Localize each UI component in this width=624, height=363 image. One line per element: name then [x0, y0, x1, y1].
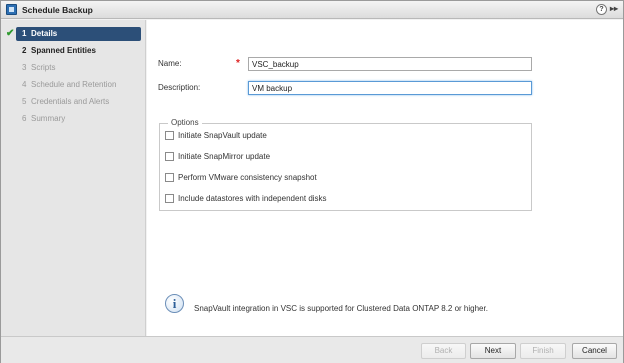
- independent-disks-checkbox[interactable]: [165, 194, 174, 203]
- step-number: 5: [22, 97, 27, 106]
- back-button[interactable]: Back: [421, 343, 466, 359]
- step-label: Schedule and Retention: [31, 80, 117, 89]
- snapvault-checkbox[interactable]: [165, 131, 174, 140]
- options-legend: Options: [168, 118, 202, 127]
- schedule-backup-dialog: Schedule Backup ? ▸▸ ✔ 1 Details 2 Spann…: [0, 0, 624, 363]
- backup-icon: [6, 4, 17, 15]
- name-label: Name:: [158, 59, 182, 68]
- step-number: 4: [22, 80, 27, 89]
- vmware-snapshot-checkbox[interactable]: [165, 173, 174, 182]
- title-bar: Schedule Backup ? ▸▸: [1, 1, 623, 19]
- step-summary: 6 Summary: [1, 112, 146, 126]
- info-message: SnapVault integration in VSC is supporte…: [194, 304, 488, 313]
- step-scripts: 3 Scripts: [1, 61, 146, 75]
- option-label: Initiate SnapVault update: [178, 131, 267, 140]
- name-input[interactable]: [248, 57, 532, 71]
- step-spanned-entities[interactable]: 2 Spanned Entities: [1, 44, 146, 58]
- step-schedule-and-retention: 4 Schedule and Retention: [1, 78, 146, 92]
- option-label: Perform VMware consistency snapshot: [178, 173, 317, 182]
- required-marker: *: [236, 58, 240, 69]
- finish-button[interactable]: Finish: [520, 343, 566, 359]
- step-label: Scripts: [31, 63, 56, 72]
- cancel-button[interactable]: Cancel: [572, 343, 617, 359]
- snapmirror-checkbox[interactable]: [165, 152, 174, 161]
- step-label: Credentials and Alerts: [31, 97, 110, 106]
- step-number: 1: [22, 29, 27, 38]
- dialog-footer: Back Next Finish Cancel: [1, 336, 623, 363]
- details-panel: Name: * Description: Options Initiate Sn…: [147, 20, 623, 336]
- info-icon: i: [165, 294, 184, 313]
- description-input[interactable]: [248, 81, 532, 95]
- step-label: Summary: [31, 114, 66, 123]
- step-details[interactable]: ✔ 1 Details: [1, 27, 146, 41]
- option-label: Initiate SnapMirror update: [178, 152, 271, 161]
- option-label: Include datastores with independent disk…: [178, 194, 327, 203]
- step-number: 6: [22, 114, 27, 123]
- step-credentials-and-alerts: 5 Credentials and Alerts: [1, 95, 146, 109]
- step-label: Spanned Entities: [31, 46, 96, 55]
- description-label: Description:: [158, 83, 201, 92]
- step-number: 2: [22, 46, 27, 55]
- help-icon[interactable]: ?: [596, 4, 607, 15]
- options-group: Options Initiate SnapVault update Initia…: [159, 118, 532, 211]
- next-button[interactable]: Next: [470, 343, 516, 359]
- wizard-steps-sidebar: ✔ 1 Details 2 Spanned Entities 3 Scripts…: [1, 20, 146, 336]
- expand-icon[interactable]: ▸▸: [610, 4, 618, 13]
- step-number: 3: [22, 63, 27, 72]
- checkmark-icon: ✔: [6, 28, 15, 39]
- step-label: Details: [31, 29, 58, 38]
- dialog-title: Schedule Backup: [22, 5, 93, 15]
